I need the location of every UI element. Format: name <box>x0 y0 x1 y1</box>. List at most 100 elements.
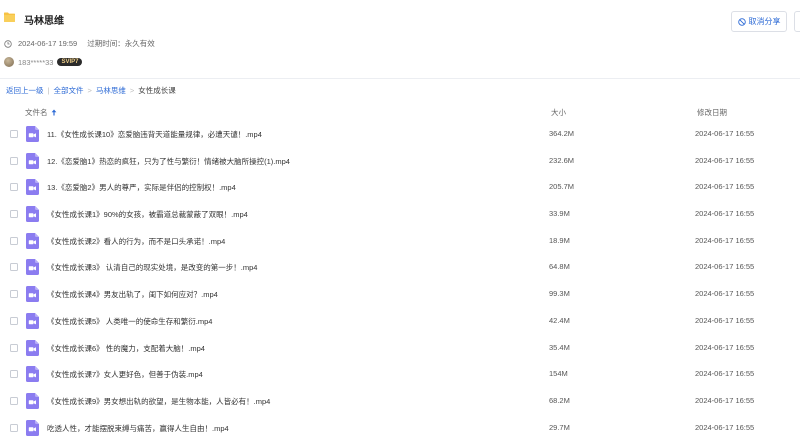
sharer-name: 183*****33 <box>18 57 54 67</box>
file-name[interactable]: 12.《恋爱脑1》热恋的疯狂，只为了性与繁衍！情绪被大脑所操控(1).mp4 <box>47 156 290 167</box>
file-date: 2024-06-17 16:55 <box>695 129 755 138</box>
video-file-icon <box>26 152 39 169</box>
video-file-icon <box>26 286 39 303</box>
file-size: 33.9M <box>549 209 570 219</box>
vip-badge: SVIP7 <box>57 58 83 66</box>
file-list: 11.《女性成长课10》恋爱脑违背天道能量规律，必遭天谴！.mp4 364.2M 2… <box>0 121 800 441</box>
file-date: 2024-06-17 16:55 <box>695 182 755 192</box>
file-size: 35.4M <box>549 342 570 352</box>
file-name[interactable]: 《女性成长课3》 认清自己的现实处境，是改变的第一步！.mp4 <box>47 262 257 273</box>
table-row[interactable]: 12.《恋爱脑1》热恋的疯狂，只为了性与繁衍！情绪被大脑所操控(1).mp4 23… <box>0 148 800 175</box>
more-actions-button[interactable] <box>794 11 800 32</box>
file-size: 99.3M <box>549 289 570 299</box>
table-row[interactable]: 《女性成长课5》 人类唯一的使命生存和繁衍.mp4 42.4M 2024-06-17… <box>0 308 800 335</box>
share-header: 马林思维 取消分享 2024-06-17 19:59 过期时间： 永久有效 18… <box>0 0 800 80</box>
breadcrumb-separator: > <box>87 86 92 95</box>
column-date-header[interactable]: 修改日期 <box>697 107 727 118</box>
file-date: 2024-06-17 16:55 <box>695 235 755 245</box>
row-checkbox[interactable] <box>10 423 18 432</box>
breadcrumb-separator: | <box>47 86 50 95</box>
table-row[interactable]: 《女性成长课9》男女想出轨的欲望，是生物本能，人皆必有！.mp4 68.2M 202… <box>0 388 800 415</box>
file-name[interactable]: 13.《恋爱脑2》男人的尊严，实际是伴侣的控制权！.mp4 <box>47 182 236 193</box>
file-name[interactable]: 《女性成长课7》女人更好色，但善于伪装.mp4 <box>47 369 203 380</box>
row-checkbox[interactable] <box>10 130 18 138</box>
column-name-label: 文件名 <box>25 108 48 117</box>
table-row[interactable]: 吃透人性，才能摆脱束缚与痛苦，赢得人生自由！.mp4 29.7M 2024-06-1… <box>0 415 800 442</box>
table-row[interactable]: 《女性成长课6》 性的魔力，支配着大脑！.mp4 35.4M 2024-06-17 … <box>0 335 800 362</box>
video-file-icon <box>26 232 39 249</box>
all-files-link[interactable]: 全部文件 <box>53 85 83 96</box>
cancel-share-label: 取消分享 <box>748 17 781 26</box>
video-file-icon <box>26 179 39 196</box>
row-checkbox[interactable] <box>10 183 18 192</box>
file-date: 2024-06-17 16:55 <box>695 289 755 299</box>
breadcrumb-current: 女性成长课 <box>138 86 176 95</box>
breadcrumb-separator: > <box>129 86 135 95</box>
created-time: 2024-06-17 19:59 <box>18 39 78 48</box>
file-name[interactable]: 《女性成长课5》 人类唯一的使命生存和繁衍.mp4 <box>47 316 212 327</box>
folder-icon <box>4 12 15 22</box>
video-file-icon <box>26 339 39 356</box>
table-row[interactable]: 13.《恋爱脑2》男人的尊严，实际是伴侣的控制权！.mp4 205.7M 2024-… <box>0 174 800 201</box>
folder-link[interactable]: 马林思维 <box>96 85 126 96</box>
row-checkbox[interactable] <box>10 210 18 219</box>
share-meta: 2024-06-17 19:59 过期时间： 永久有效 <box>4 38 155 49</box>
column-size-header[interactable]: 大小 <box>551 107 566 118</box>
file-size: 64.8M <box>549 262 570 272</box>
file-date: 2024-06-17 16:55 <box>695 369 755 379</box>
video-file-icon <box>26 312 39 329</box>
breadcrumb: 返回上一级 | 全部文件 > 马林思维 > 女性成长课 <box>6 85 176 96</box>
file-size: 18.9M <box>549 235 570 245</box>
file-size: 364.2M <box>549 129 575 138</box>
file-name[interactable]: 《女性成长课4》男友出轨了，闺下如何应对？.mp4 <box>47 289 218 300</box>
row-checkbox[interactable] <box>10 396 18 405</box>
video-file-icon <box>26 366 39 383</box>
video-file-icon <box>26 206 39 223</box>
file-size: 232.6M <box>549 155 575 165</box>
file-date: 2024-06-17 16:55 <box>695 395 755 405</box>
cancel-share-button[interactable]: 取消分享 <box>731 11 787 32</box>
row-checkbox[interactable] <box>10 236 18 245</box>
file-date: 2024-06-17 16:55 <box>695 422 755 432</box>
file-name[interactable]: 《女性成长课6》 性的魔力，支配着大脑！.mp4 <box>47 343 205 354</box>
table-row[interactable]: 《女性成长课7》女人更好色，但善于伪装.mp4 154M 2024-06-17 16… <box>0 361 800 388</box>
expire-value: 永久有效 <box>124 39 155 48</box>
table-row[interactable]: 11.《女性成长课10》恋爱脑违背天道能量规律，必遭天谴！.mp4 364.2M 2… <box>0 121 800 148</box>
file-date: 2024-06-17 16:55 <box>695 209 755 219</box>
file-name[interactable]: 《女性成长课1》90%的女孩，被霸道总裁蒙蔽了双眼！.mp4 <box>47 209 248 220</box>
file-name[interactable]: 吃透人性，才能摆脱束缚与痛苦，赢得人生自由！.mp4 <box>47 423 229 434</box>
file-name[interactable]: 11.《女性成长课10》恋爱脑违背天道能量规律，必遭天谴！.mp4 <box>47 129 262 140</box>
row-checkbox[interactable] <box>10 370 18 379</box>
file-size: 42.4M <box>549 315 570 325</box>
file-date: 2024-06-17 16:55 <box>695 262 755 272</box>
table-row[interactable]: 《女性成长课2》看人的行为，而不是口头承诺！.mp4 18.9M 2024-06-1… <box>0 228 800 255</box>
table-row[interactable]: 《女性成长课1》90%的女孩，被霸道总裁蒙蔽了双眼！.mp4 33.9M 2024-… <box>0 201 800 228</box>
table-header: 文件名 大小 修改日期 <box>0 103 800 121</box>
column-name-header[interactable]: 文件名 <box>25 107 57 118</box>
video-file-icon <box>26 419 39 436</box>
file-size: 154M <box>549 369 568 379</box>
file-size: 205.7M <box>549 182 575 192</box>
row-checkbox[interactable] <box>10 263 18 272</box>
file-name[interactable]: 《女性成长课9》男女想出轨的欲望，是生物本能，人皆必有！.mp4 <box>47 396 270 407</box>
video-file-icon <box>26 392 39 409</box>
file-name[interactable]: 《女性成长课2》看人的行为，而不是口头承诺！.mp4 <box>47 236 225 247</box>
table-row[interactable]: 《女性成长课3》 认清自己的现实处境，是改变的第一步！.mp4 64.8M 2024… <box>0 254 800 281</box>
row-checkbox[interactable] <box>10 343 18 352</box>
clock-icon <box>4 39 12 48</box>
back-link[interactable]: 返回上一级 <box>6 85 44 96</box>
row-checkbox[interactable] <box>10 156 18 165</box>
table-row[interactable]: 《女性成长课4》男友出轨了，闺下如何应对？.mp4 99.3M 2024-06-17… <box>0 281 800 308</box>
file-size: 68.2M <box>549 395 570 405</box>
row-checkbox[interactable] <box>10 316 18 325</box>
file-date: 2024-06-17 16:55 <box>695 342 755 352</box>
avatar <box>4 57 14 67</box>
file-date: 2024-06-17 16:55 <box>695 155 755 165</box>
file-date: 2024-06-17 16:55 <box>695 315 755 325</box>
folder-title: 马林思维 <box>24 16 64 27</box>
file-size: 29.7M <box>549 422 570 432</box>
cancel-icon <box>737 17 746 26</box>
video-file-icon <box>26 126 39 142</box>
video-file-icon <box>26 259 39 276</box>
row-checkbox[interactable] <box>10 290 18 299</box>
